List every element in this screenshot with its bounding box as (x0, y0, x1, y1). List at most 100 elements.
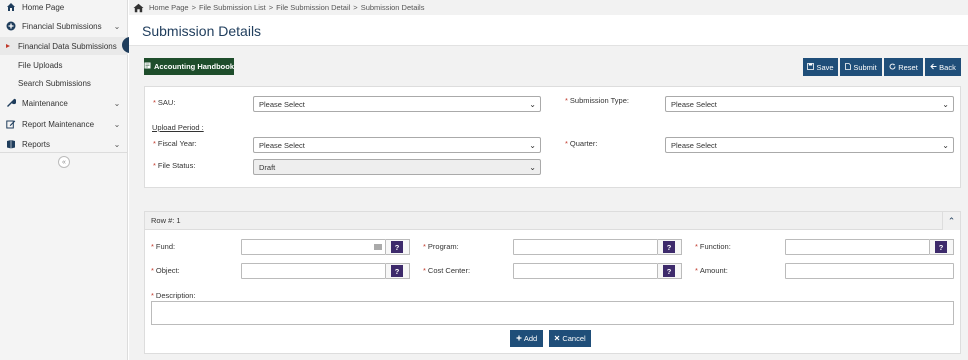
submit-button[interactable]: Submit (840, 58, 882, 76)
object-input[interactable] (241, 263, 386, 279)
reset-button[interactable]: Reset (884, 58, 923, 76)
title-bar: Submission Details (129, 15, 968, 46)
floppy-disk-icon (807, 62, 815, 72)
sidebar-item-financial-data-submissions[interactable]: Financial Data Submissions (0, 37, 128, 55)
calendar-icon[interactable] (374, 244, 382, 250)
sidebar-collapse-button[interactable]: « (58, 156, 70, 168)
close-icon (554, 334, 560, 343)
sidebar-item-report-maintenance[interactable]: Report Maintenance ⌄ (0, 114, 128, 134)
save-label: Save (816, 62, 834, 72)
cost-center-input[interactable] (513, 263, 658, 279)
breadcrumb-separator: > (353, 3, 358, 12)
cost-center-help-box: ? (658, 263, 682, 279)
chevron-down-icon: ⌄ (529, 163, 536, 172)
row-panel: Row #: 1 ⌃ * Fund: ? * Program: ? * Functio… (144, 211, 961, 354)
plus-circle-icon (6, 21, 16, 31)
breadcrumb-link-file-submission-detail[interactable]: File Submission Detail (276, 3, 350, 12)
refresh-icon (889, 63, 896, 72)
fund-help-box: ? (386, 239, 410, 255)
description-textarea[interactable] (151, 301, 954, 325)
quarter-label: * Quarter: (565, 139, 598, 148)
program-help-button[interactable]: ? (663, 241, 675, 253)
chevron-up-icon[interactable]: ⌃ (942, 212, 960, 230)
submission-type-select[interactable]: Please Select ⌄ (665, 96, 954, 112)
sidebar-item-maintenance[interactable]: Maintenance ⌄ (0, 93, 128, 113)
sidebar-item-home-page[interactable]: Home Page (0, 0, 128, 17)
sau-selected-value: Please Select (259, 99, 305, 109)
chevron-down-icon: ⌄ (529, 141, 536, 150)
chevron-down-icon: ⌄ (113, 139, 121, 149)
chevron-down-icon: ⌄ (113, 21, 121, 31)
breadcrumb-separator: > (268, 3, 274, 12)
file-status-selected-value: Draft (259, 162, 276, 172)
fund-input[interactable] (241, 239, 386, 255)
home-icon (6, 2, 16, 12)
chevron-down-icon: ⌄ (113, 119, 121, 129)
description-label: * Description: (151, 291, 196, 300)
active-indicator-icon (6, 44, 10, 48)
fiscal-year-select[interactable]: Please Select ⌄ (253, 137, 541, 153)
add-button[interactable]: Add (510, 330, 543, 347)
accounting-handbook-label: Accounting Handbook (154, 62, 234, 71)
wrench-icon (6, 98, 16, 108)
amount-input[interactable] (785, 263, 954, 279)
breadcrumb-separator: > (191, 3, 196, 12)
chevron-down-icon: ⌄ (529, 100, 536, 109)
sidebar-item-label: Maintenance (22, 98, 68, 108)
sidebar-item-file-uploads[interactable]: File Uploads (0, 56, 128, 74)
sidebar-item-label: Reports (22, 139, 51, 149)
submit-label: Submit (853, 62, 877, 72)
arrow-left-icon (930, 63, 937, 72)
file-status-select: Draft ⌄ (253, 159, 541, 175)
sidebar-divider (0, 152, 128, 153)
sau-select[interactable]: Please Select ⌄ (253, 96, 541, 112)
sidebar-item-label: Home Page (22, 2, 65, 12)
edit-icon (6, 119, 16, 129)
home-icon (133, 3, 144, 13)
function-input[interactable] (785, 239, 930, 255)
accounting-handbook-button[interactable]: Accounting Handbook (144, 58, 234, 75)
function-label: * Function: (695, 242, 731, 251)
object-help-button[interactable]: ? (391, 265, 403, 277)
back-label: Back (939, 62, 956, 72)
sidebar-item-search-submissions[interactable]: Search Submissions (0, 74, 128, 92)
submission-type-selected-value: Please Select (671, 99, 717, 109)
quarter-select[interactable]: Please Select ⌄ (665, 137, 954, 153)
breadcrumb-link-home[interactable]: Home Page (149, 3, 189, 12)
back-button[interactable]: Back (925, 58, 961, 76)
function-help-button[interactable]: ? (935, 241, 947, 253)
cancel-button[interactable]: Cancel (549, 330, 591, 347)
submission-header-panel: * SAU: Please Select ⌄ * Submission Type: … (144, 86, 961, 188)
breadcrumb-link-file-submission-list[interactable]: File Submission List (199, 3, 266, 12)
program-help-box: ? (658, 239, 682, 255)
program-input[interactable] (513, 239, 658, 255)
chevron-down-icon: ⌄ (942, 141, 949, 150)
chevron-down-icon: ⌄ (113, 98, 121, 108)
breadcrumb-current: Submission Details (360, 3, 425, 12)
save-button[interactable]: Save (803, 58, 838, 76)
quarter-selected-value: Please Select (671, 140, 717, 150)
reports-icon (6, 139, 16, 149)
program-label: * Program: (423, 242, 459, 251)
sidebar-item-financial-submissions[interactable]: Financial Submissions ⌄ (0, 16, 128, 36)
fund-help-button[interactable]: ? (391, 241, 403, 253)
breadcrumb: Home Page > File Submission List > File … (129, 0, 968, 15)
fiscal-year-label: * Fiscal Year: (153, 139, 197, 148)
reset-label: Reset (898, 62, 918, 72)
row-header: Row #: 1 (145, 212, 960, 230)
row-number: Row #: 1 (151, 216, 181, 225)
sidebar-item-label: Search Submissions (18, 78, 91, 88)
fund-label: * Fund: (151, 242, 176, 251)
sidebar-item-reports[interactable]: Reports ⌄ (0, 134, 128, 154)
cancel-label: Cancel (562, 334, 586, 343)
document-icon (845, 62, 852, 72)
sidebar-item-label: Financial Submissions (22, 21, 102, 31)
submission-type-label: * Submission Type: (565, 96, 629, 105)
page-title: Submission Details (142, 23, 262, 39)
book-icon (144, 62, 151, 71)
sidebar-item-label: Financial Data Submissions (18, 41, 117, 51)
cost-center-help-button[interactable]: ? (663, 265, 675, 277)
cost-center-label: * Cost Center: (423, 266, 471, 275)
function-help-box: ? (930, 239, 954, 255)
chevron-down-icon: ⌄ (942, 100, 949, 109)
